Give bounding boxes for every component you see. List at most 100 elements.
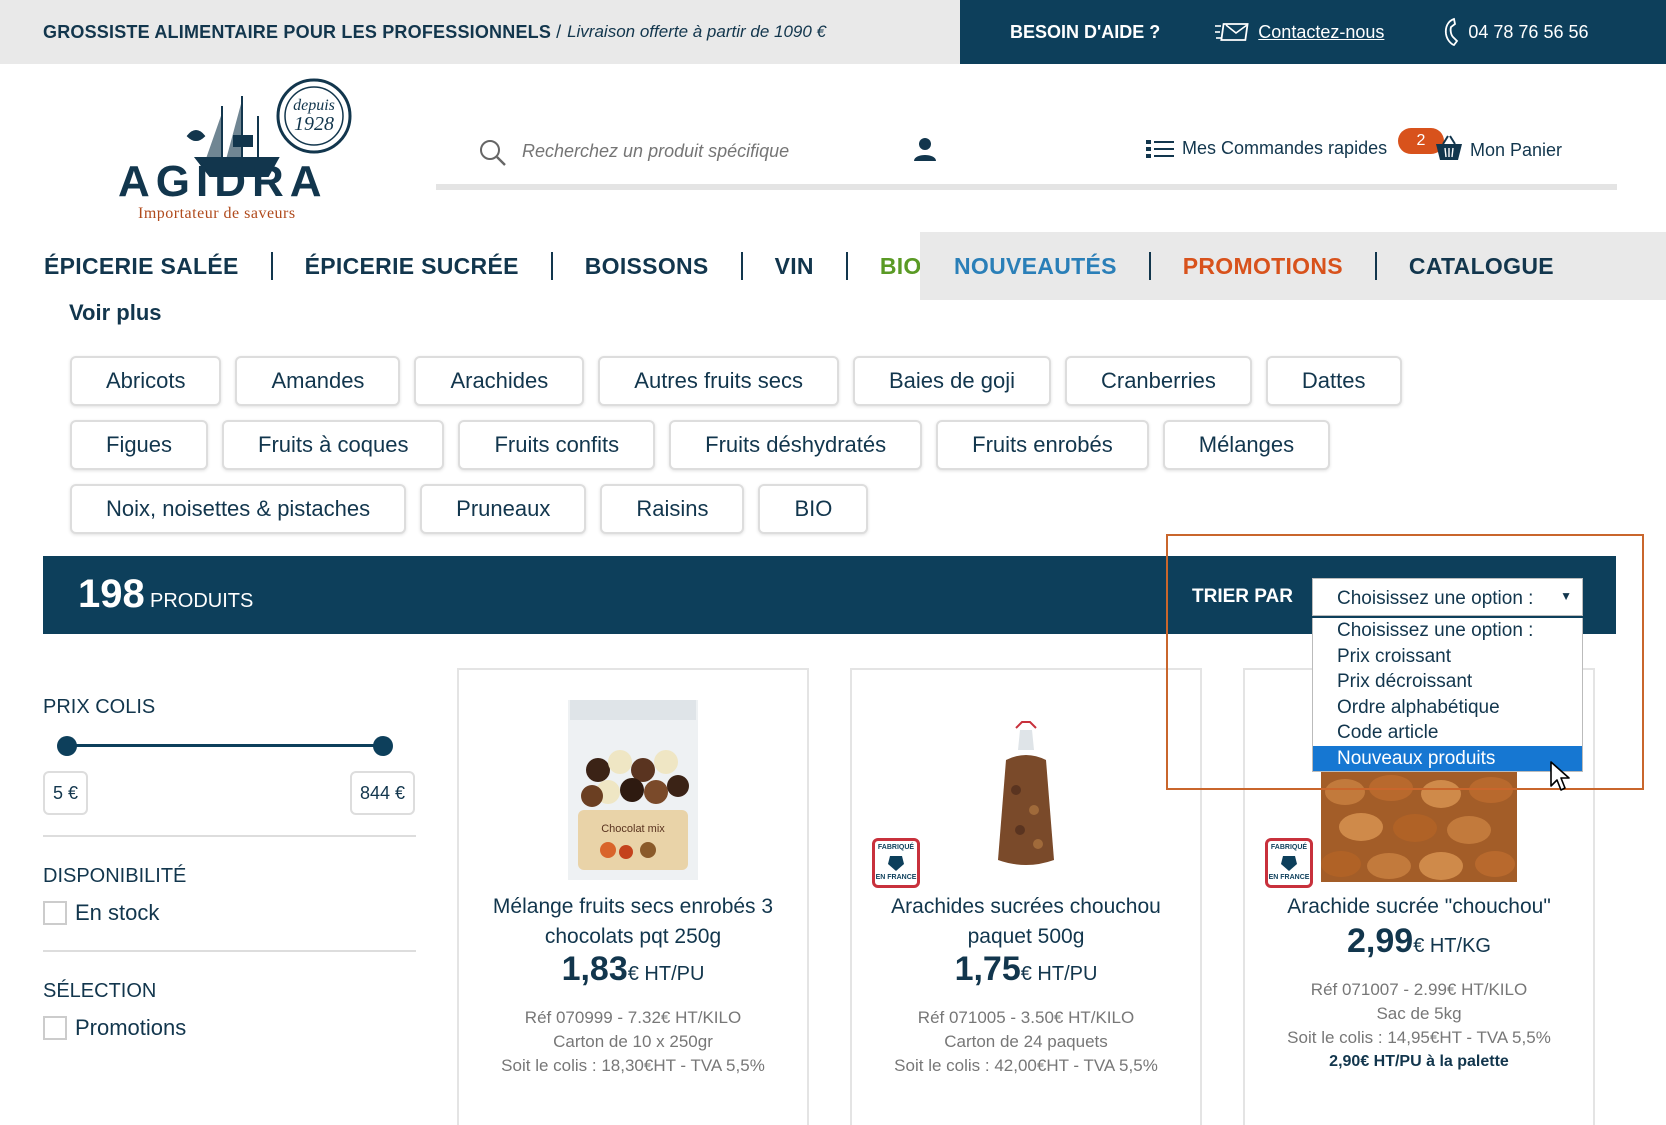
- filters-sidebar: PRIX COLIS 5 € 844 € DISPONIBILITÉ En st…: [43, 696, 416, 1041]
- sort-option[interactable]: Ordre alphabétique: [1313, 695, 1582, 721]
- seal-line2: 1928: [294, 113, 334, 135]
- chip-row: Abricots Amandes Arachides Autres fruits…: [70, 356, 1470, 406]
- product-price-value: 1,75: [954, 950, 1021, 988]
- product-title[interactable]: Arachide sucrée "chouchou": [1255, 892, 1583, 922]
- product-total: Soit le colis : 42,00€HT - TVA 5,5%: [894, 1056, 1158, 1075]
- contact-link[interactable]: Contactez-nous: [1258, 22, 1384, 43]
- main-nav: ÉPICERIE SALÉE ÉPICERIE SUCRÉE BOISSONS …: [0, 232, 1666, 300]
- search-icon[interactable]: [478, 138, 508, 168]
- chip-bio[interactable]: BIO: [758, 484, 869, 534]
- product-price-unit: € HT/KG: [1413, 935, 1491, 957]
- search-input[interactable]: [522, 136, 882, 166]
- chip-fruits-confits[interactable]: Fruits confits: [458, 420, 656, 470]
- product-image[interactable]: [1321, 772, 1517, 882]
- phone-group[interactable]: 04 78 76 56 56: [1442, 17, 1589, 47]
- sort-option[interactable]: Prix décroissant: [1313, 669, 1582, 695]
- cart-label: Mon Panier: [1470, 140, 1563, 160]
- product-meta: Réf 071007 - 2.99€ HT/KILO Sac de 5kg So…: [1245, 978, 1593, 1074]
- bag-label: Chocolat mix: [601, 823, 665, 835]
- agidra-logo[interactable]: depuis 1928 AGIDRA Importateur de saveur…: [118, 76, 373, 221]
- chip-autres-fruits-secs[interactable]: Autres fruits secs: [598, 356, 839, 406]
- user-icon[interactable]: [912, 136, 938, 162]
- nav-promotions[interactable]: PROMOTIONS: [1183, 253, 1343, 280]
- product-pack: Carton de 10 x 250gr: [553, 1032, 713, 1051]
- chip-abricots[interactable]: Abricots: [70, 356, 222, 406]
- quick-orders-link[interactable]: Mes Commandes rapides: [1146, 138, 1387, 159]
- product-card[interactable]: FABRIQUÉ EN FRANCE Arachides sucrées cho…: [850, 668, 1202, 1125]
- category-chips: Abricots Amandes Arachides Autres fruits…: [70, 356, 1470, 548]
- nav-catalogue[interactable]: CATALOGUE: [1409, 253, 1554, 280]
- chip-fruits-a-coques[interactable]: Fruits à coques: [222, 420, 445, 470]
- promotions-filter[interactable]: Promotions: [43, 1015, 416, 1041]
- product-image[interactable]: Chocolat mix: [548, 700, 718, 880]
- chip-raisins[interactable]: Raisins: [600, 484, 745, 534]
- nav-vin[interactable]: VIN: [775, 253, 814, 280]
- nav-right: NOUVEAUTÉS PROMOTIONS CATALOGUE: [920, 232, 1666, 300]
- in-stock-filter[interactable]: En stock: [43, 900, 416, 926]
- nav-bio[interactable]: BIO: [880, 253, 922, 280]
- product-title[interactable]: Mélange fruits secs enrobés 3 chocolats …: [469, 892, 797, 952]
- chip-fruits-deshydrates[interactable]: Fruits déshydratés: [669, 420, 923, 470]
- delivery-info: Livraison offerte à partir de 1090 €: [567, 22, 827, 41]
- sort-option-highlighted[interactable]: Nouveaux produits: [1313, 745, 1582, 771]
- logo-name: AGIDRA: [118, 157, 328, 206]
- top-bar: GROSSISTE ALIMENTAIRE POUR LES PROFESSIO…: [0, 0, 1666, 64]
- chip-melanges[interactable]: Mélanges: [1162, 420, 1331, 470]
- in-stock-checkbox[interactable]: [43, 901, 67, 925]
- nav-left: ÉPICERIE SALÉE ÉPICERIE SUCRÉE BOISSONS …: [44, 232, 922, 300]
- phone-number: 04 78 76 56 56: [1468, 21, 1589, 42]
- product-price-value: 1,83: [561, 950, 628, 988]
- top-bar-left: GROSSISTE ALIMENTAIRE POUR LES PROFESSIO…: [0, 0, 960, 64]
- see-more-link[interactable]: Voir plus: [69, 300, 162, 326]
- chip-amandes[interactable]: Amandes: [235, 356, 401, 406]
- chip-pruneaux[interactable]: Pruneaux: [420, 484, 587, 534]
- top-bar-right: BESOIN D'AIDE ? Contactez-nous 04 78 76 …: [960, 0, 1666, 64]
- chip-figues[interactable]: Figues: [70, 420, 209, 470]
- nav-epicerie-sucree[interactable]: ÉPICERIE SUCRÉE: [305, 253, 519, 280]
- tagline: GROSSISTE ALIMENTAIRE POUR LES PROFESSIO…: [43, 21, 552, 42]
- contact-link-group[interactable]: Contactez-nous: [1214, 21, 1384, 43]
- nav-boissons[interactable]: BOISSONS: [585, 253, 709, 280]
- logo-tagline: Importateur de saveurs: [138, 205, 296, 221]
- help-label: BESOIN D'AIDE ?: [1010, 21, 1161, 42]
- product-image[interactable]: [976, 720, 1076, 880]
- chip-arachides[interactable]: Arachides: [414, 356, 585, 406]
- badge-line2: EN FRANCE: [1268, 874, 1310, 881]
- nav-epicerie-salee[interactable]: ÉPICERIE SALÉE: [44, 253, 239, 280]
- price-slider-min-handle[interactable]: [57, 736, 77, 756]
- sort-select[interactable]: Choisissez une option : ▼: [1312, 578, 1583, 616]
- since-1928-seal: depuis 1928: [276, 78, 352, 154]
- seal-line1: depuis: [293, 97, 335, 114]
- price-slider[interactable]: [43, 733, 416, 759]
- chip-fruits-enrobes[interactable]: Fruits enrobés: [936, 420, 1149, 470]
- promotions-checkbox[interactable]: [43, 1016, 67, 1040]
- france-map-icon: [1281, 856, 1297, 871]
- sort-option[interactable]: Choisissez une option :: [1313, 618, 1582, 644]
- nav-separator: [845, 252, 848, 280]
- nav-nouveautes[interactable]: NOUVEAUTÉS: [954, 253, 1117, 280]
- sort-option[interactable]: Code article: [1313, 720, 1582, 746]
- chip-noix-noisettes-pistaches[interactable]: Noix, noisettes & pistaches: [70, 484, 407, 534]
- nav-separator: [270, 252, 273, 280]
- promotions-label: Promotions: [75, 1015, 187, 1040]
- product-price-unit: € HT/PU: [1020, 963, 1098, 985]
- chip-dattes[interactable]: Dattes: [1265, 356, 1402, 406]
- chevron-down-icon: ▼: [1560, 589, 1572, 603]
- chip-baies-de-goji[interactable]: Baies de goji: [853, 356, 1051, 406]
- price-slider-max-handle[interactable]: [373, 736, 393, 756]
- product-title[interactable]: Arachides sucrées chouchou paquet 500g: [862, 892, 1190, 952]
- product-total: Soit le colis : 18,30€HT - TVA 5,5%: [501, 1056, 765, 1075]
- product-ref: Réf 071005 - 3.50€ HT/KILO: [917, 1008, 1135, 1027]
- sort-option[interactable]: Prix croissant: [1313, 644, 1582, 670]
- product-price: 2,99€ HT/KG: [1245, 922, 1593, 961]
- nav-separator: [1148, 252, 1151, 280]
- chip-cranberries[interactable]: Cranberries: [1064, 356, 1252, 406]
- product-ref: Réf 070999 - 7.32€ HT/KILO: [524, 1008, 742, 1027]
- phone-icon: [1445, 17, 1459, 47]
- chip-row: Noix, noisettes & pistaches Pruneaux Rai…: [70, 484, 1470, 534]
- product-card[interactable]: Chocolat mix Mélange fruits secs enrobés…: [457, 668, 809, 1125]
- france-map-icon: [888, 856, 904, 871]
- nav-separator: [550, 252, 553, 280]
- price-range-values: 5 € 844 €: [43, 771, 416, 821]
- product-price: 1,75€ HT/PU: [852, 950, 1200, 989]
